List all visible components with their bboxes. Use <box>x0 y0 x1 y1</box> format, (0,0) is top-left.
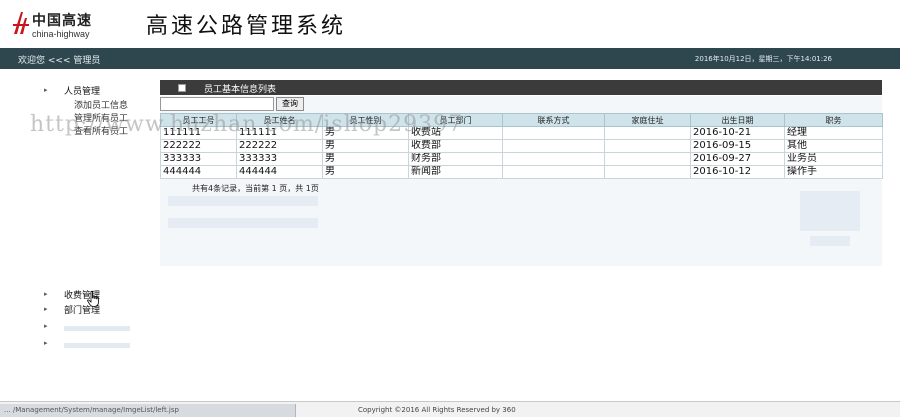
search-input[interactable] <box>160 97 274 111</box>
cell-birthdate: 2016-10-12 <box>690 165 785 179</box>
panel-header: 员工基本信息列表 <box>160 80 882 95</box>
app-header: 中国高速 china-highway 高速公路管理系统 <box>0 0 900 48</box>
cell-contact <box>502 126 605 140</box>
cell-gender: 男 <box>322 152 409 166</box>
menu-group-personnel: ▸ 人员管理 添加员工信息 管理所有员工 查看所有员工 <box>44 84 128 137</box>
table-row[interactable]: 222222 222222 男 收费部 2016-09-15 其他 <box>160 139 883 153</box>
cell-employee-id: 111111 <box>160 126 237 140</box>
cell-employee-name: 222222 <box>236 139 323 153</box>
welcome-text: 欢迎您 <<< 管理员 <box>18 56 101 66</box>
cell-department: 新闻部 <box>408 165 503 179</box>
cell-address <box>604 139 691 153</box>
table-row[interactable]: 111111 111111 男 收费站 2016-10-21 经理 <box>160 126 883 140</box>
chevron-right-icon: ▸ <box>44 339 48 347</box>
column-header[interactable]: 出生日期 <box>690 113 785 127</box>
cell-gender: 男 <box>322 165 409 179</box>
cell-gender: 男 <box>322 126 409 140</box>
menu-header-personnel[interactable]: ▸ 人员管理 <box>44 84 128 98</box>
sidebar: ▸ 人员管理 添加员工信息 管理所有员工 查看所有员工 ▸ 收费管理 ▸ 部门管… <box>0 70 150 400</box>
search-button[interactable]: 查询 <box>276 97 304 111</box>
copyright-text: Copyright ©2016 All Rights Reserved by 3… <box>358 406 516 414</box>
panel-title: 员工基本信息列表 <box>204 85 277 95</box>
chevron-right-icon: ▸ <box>44 290 48 298</box>
cell-employee-id: 222222 <box>160 139 237 153</box>
sidebar-item-view-employees[interactable]: 查看所有员工 <box>44 124 128 137</box>
column-header[interactable]: 联系方式 <box>502 113 605 127</box>
employee-table: 员工工号 员工姓名 员工性别 员工部门 联系方式 家庭住址 出生日期 职务 11… <box>160 113 883 179</box>
logo[interactable]: 中国高速 china-highway <box>12 10 122 42</box>
cell-employee-id: 333333 <box>160 152 237 166</box>
column-header[interactable]: 家庭住址 <box>604 113 691 127</box>
column-header[interactable]: 员工性别 <box>322 113 409 127</box>
cell-contact <box>502 139 605 153</box>
pagination-summary: 共有4条记录，当前第 1 页，共 1页 <box>192 184 319 193</box>
system-title: 高速公路管理系统 <box>146 14 347 39</box>
cell-gender: 男 <box>322 139 409 153</box>
table-row[interactable]: 333333 333333 男 财务部 2016-09-27 业务员 <box>160 152 883 166</box>
cell-department: 财务部 <box>408 152 503 166</box>
column-header[interactable]: 员工部门 <box>408 113 503 127</box>
cell-employee-name: 444444 <box>236 165 323 179</box>
sidebar-item-manage-employees[interactable]: 管理所有员工 <box>44 111 128 124</box>
cell-position: 操作手 <box>784 165 883 179</box>
column-header[interactable]: 员工工号 <box>160 113 237 127</box>
chevron-right-icon: ▸ <box>44 305 48 313</box>
ghost-bar <box>64 343 130 348</box>
footer: ... /Management/System/manage/ImgeList/l… <box>0 401 900 417</box>
cell-birthdate: 2016-09-15 <box>690 139 785 153</box>
logo-english-text: china-highway <box>32 29 90 39</box>
cell-address <box>604 126 691 140</box>
cell-contact <box>502 152 605 166</box>
datetime-text: 2016年10月12日，星期三，下午14:01:26 <box>694 55 832 63</box>
table-header-row: 员工工号 员工姓名 员工性别 员工部门 联系方式 家庭住址 出生日期 职务 <box>160 113 883 127</box>
sidebar-item-add-employee[interactable]: 添加员工信息 <box>44 98 128 111</box>
cell-address <box>604 152 691 166</box>
cell-birthdate: 2016-10-21 <box>690 126 785 140</box>
chevron-right-icon: ▸ <box>44 322 48 330</box>
cell-position: 业务员 <box>784 152 883 166</box>
logo-chinese-text: 中国高速 <box>32 13 92 29</box>
column-header[interactable]: 员工姓名 <box>236 113 323 127</box>
chevron-right-icon: ▸ <box>44 86 48 94</box>
menu-title: 人员管理 <box>64 87 101 97</box>
logo-mark-icon <box>13 12 29 34</box>
cell-address <box>604 165 691 179</box>
cell-employee-name: 333333 <box>236 152 323 166</box>
top-bar: 欢迎您 <<< 管理员 2016年10月12日，星期三，下午14:01:26 <box>0 48 900 69</box>
table-row[interactable]: 444444 444444 男 新闻部 2016-10-12 操作手 <box>160 165 883 179</box>
hand-cursor-icon <box>87 291 99 307</box>
cell-employee-id: 444444 <box>160 165 237 179</box>
cell-department: 收费站 <box>408 126 503 140</box>
cell-position: 经理 <box>784 126 883 140</box>
column-header[interactable]: 职务 <box>784 113 883 127</box>
cell-contact <box>502 165 605 179</box>
browser-status-url: ... /Management/System/manage/ImgeList/l… <box>0 404 296 417</box>
cell-birthdate: 2016-09-27 <box>690 152 785 166</box>
panel-checkbox[interactable] <box>178 84 186 92</box>
cell-department: 收费部 <box>408 139 503 153</box>
cell-employee-name: 111111 <box>236 126 323 140</box>
ghost-bar <box>64 326 130 331</box>
cell-position: 其他 <box>784 139 883 153</box>
